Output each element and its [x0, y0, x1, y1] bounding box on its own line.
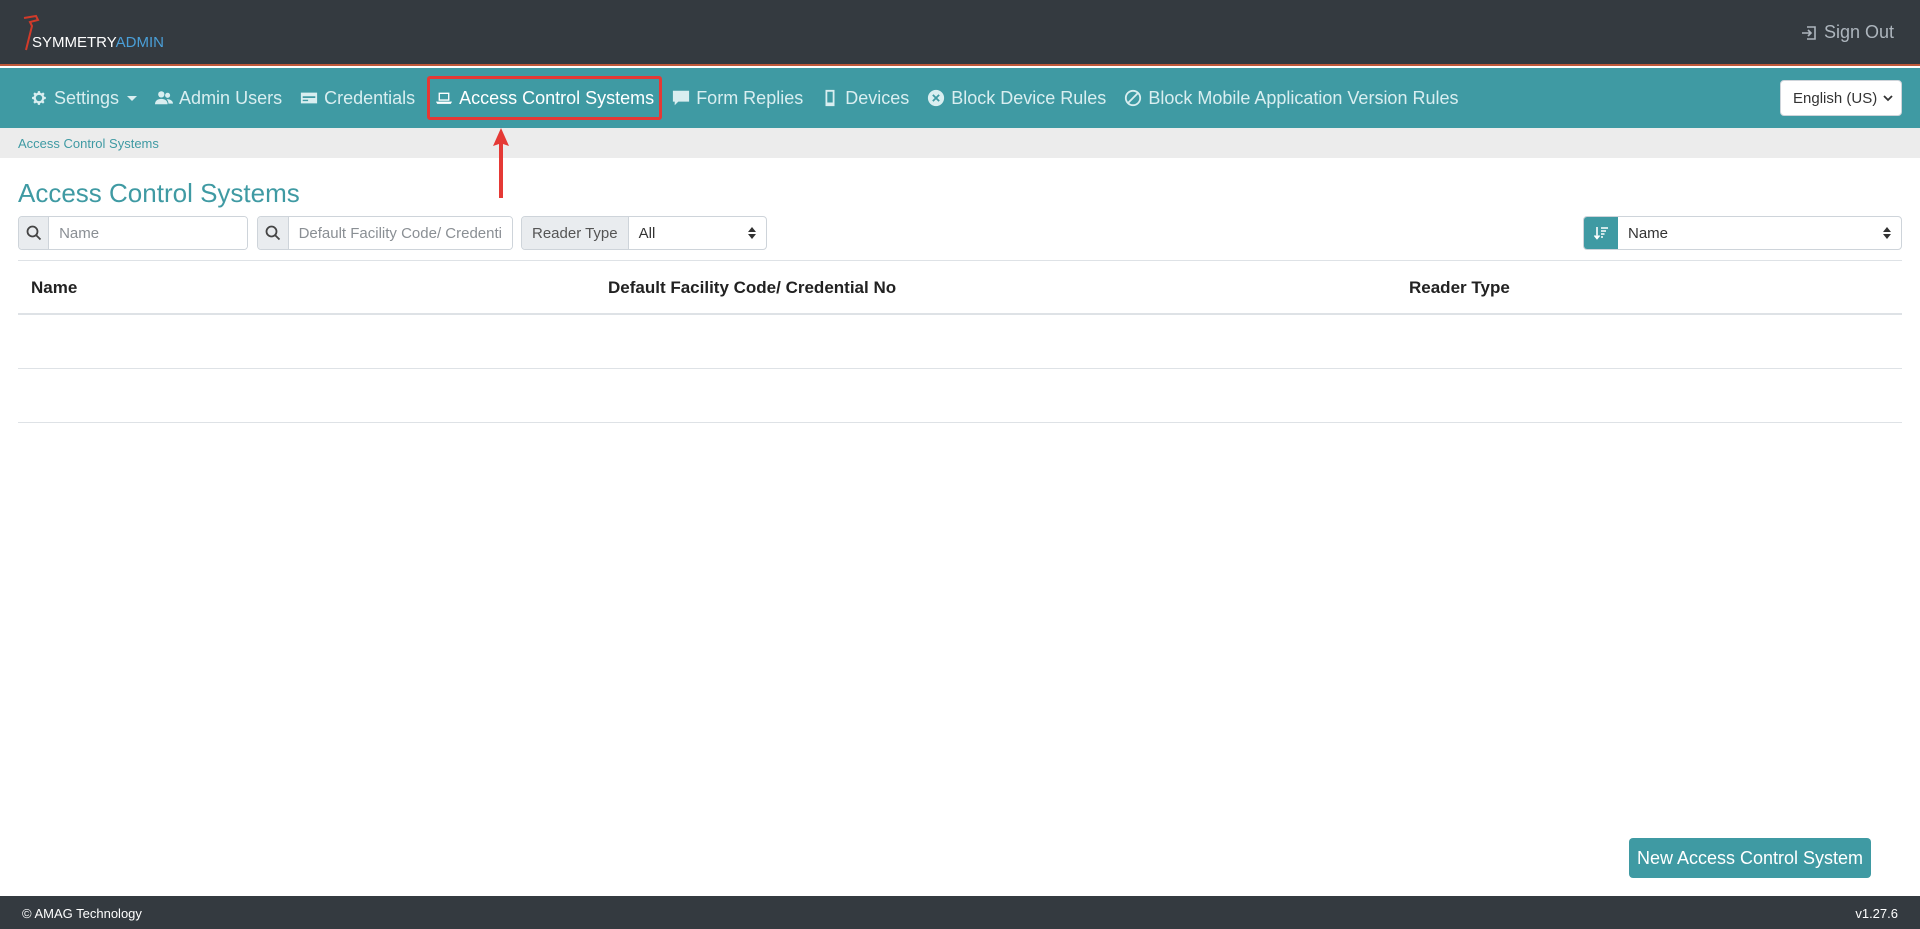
search-icon [265, 225, 280, 241]
name-search-input[interactable] [49, 217, 247, 249]
nav-item-settings[interactable]: Settings [22, 76, 145, 120]
chevron-down-icon [127, 95, 138, 101]
sort-direction-button[interactable] [1584, 217, 1618, 249]
chevron-down-icon [1883, 95, 1893, 102]
nav-label-settings: Settings [54, 87, 120, 108]
table-row-empty [18, 369, 1902, 423]
sign-out-label: Sign Out [1823, 22, 1894, 42]
nav-label-form-replies: Form Replies [696, 87, 804, 108]
sort-amount-down-icon [1593, 227, 1608, 240]
nav-label-admin-users: Admin Users [179, 87, 283, 108]
facility-search-addon [258, 217, 289, 249]
footer-version: v1.27.6 [1855, 906, 1898, 921]
reader-type-select[interactable]: All [629, 217, 766, 249]
mobile-icon [825, 89, 835, 107]
language-value: English (US) [1793, 89, 1878, 107]
facility-code-search-input[interactable] [288, 217, 512, 249]
laptop-icon [436, 92, 453, 104]
table-row-empty [18, 315, 1902, 369]
nav-label-access-control-systems: Access Control Systems [459, 87, 655, 108]
nav-label-block-device-rules: Block Device Rules [951, 87, 1107, 108]
reader-type-label: Reader Type [522, 217, 629, 249]
comment-icon [673, 90, 690, 106]
ban-icon [1125, 89, 1142, 107]
facility-code-filter [257, 216, 513, 250]
reader-type-value: All [638, 224, 656, 242]
sign-out-icon [1801, 25, 1816, 40]
times-circle-icon [928, 89, 945, 107]
nav-item-form-replies[interactable]: Form Replies [664, 76, 811, 120]
main-navbar: Settings Admin Users Credentials Access … [0, 68, 1920, 128]
search-icon [26, 225, 41, 241]
nav-item-admin-users[interactable]: Admin Users [147, 76, 290, 120]
logo-text-symmetry: SYMMETRY [32, 34, 116, 51]
logo-text-admin: ADMIN [115, 34, 164, 51]
nav-item-devices[interactable]: Devices [813, 76, 917, 120]
annotation-arrow-icon [493, 128, 509, 198]
nav-item-access-control-systems[interactable]: Access Control Systems [427, 76, 663, 120]
table-header: Name Default Facility Code/ Credential N… [18, 260, 1902, 315]
nav-item-block-mobile-app-version-rules[interactable]: Block Mobile Application Version Rules [1116, 76, 1466, 120]
breadcrumb: Access Control Systems [0, 128, 1920, 158]
breadcrumb-item-access-control-systems[interactable]: Access Control Systems [18, 136, 159, 151]
select-arrows-icon [1883, 227, 1891, 239]
top-header: SYMMETRYADMIN Sign Out [0, 0, 1920, 66]
name-filter [18, 216, 248, 250]
nav-item-credentials[interactable]: Credentials [292, 76, 423, 120]
nav-label-credentials: Credentials [324, 87, 416, 108]
gear-icon [32, 91, 46, 105]
language-select[interactable]: English (US) [1780, 80, 1902, 116]
column-header-reader-type[interactable]: Reader Type [1409, 278, 1510, 298]
credential-card-icon [300, 92, 318, 104]
sort-field-select[interactable]: Name [1618, 217, 1901, 249]
name-search-addon [19, 217, 50, 249]
footer-copyright: © AMAG Technology [22, 906, 142, 921]
nav-items: Settings Admin Users Credentials Access … [22, 68, 1468, 128]
users-icon [155, 91, 174, 105]
sort-field-value: Name [1628, 224, 1669, 242]
access-control-systems-table: Name Default Facility Code/ Credential N… [18, 260, 1902, 423]
logo-text: SYMMETRYADMIN [32, 34, 164, 51]
nav-label-devices: Devices [845, 87, 910, 108]
sign-out-button[interactable]: Sign Out [1800, 22, 1894, 43]
footer: © AMAG Technology v1.27.6 [0, 896, 1920, 929]
nav-item-block-device-rules[interactable]: Block Device Rules [919, 76, 1114, 120]
column-header-name[interactable]: Name [31, 278, 77, 298]
nav-label-block-mobile-app-version-rules: Block Mobile Application Version Rules [1148, 87, 1459, 108]
select-arrows-icon [748, 227, 756, 239]
symmetry-admin-logo[interactable]: SYMMETRYADMIN [22, 14, 192, 54]
new-access-control-system-button[interactable]: New Access Control System [1629, 838, 1871, 878]
sort-control: Name [1583, 216, 1902, 250]
page-title: Access Control Systems [18, 178, 300, 208]
reader-type-filter: Reader Type All [521, 216, 767, 250]
column-header-facility-code[interactable]: Default Facility Code/ Credential No [608, 278, 896, 298]
